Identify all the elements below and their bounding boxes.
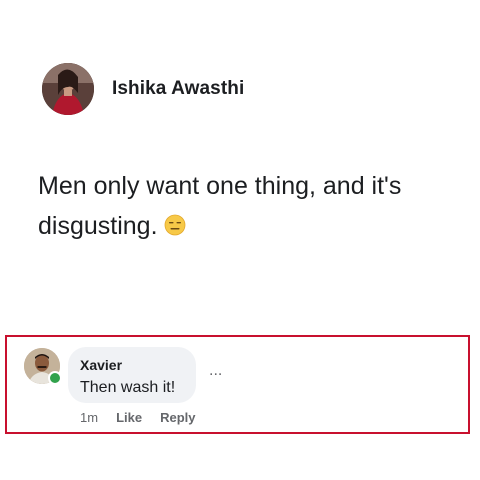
post-header: Ishika Awasthi <box>42 63 244 115</box>
like-button[interactable]: Like <box>116 410 142 425</box>
comment-actions: 1m Like Reply <box>80 410 213 425</box>
author-avatar[interactable] <box>42 63 94 115</box>
comment-text: Then wash it! <box>80 379 176 396</box>
expressionless-face-emoji-icon <box>164 214 185 236</box>
comment-bubble: Xavier Then wash it! <box>68 347 196 403</box>
post-text: Men only want one thing, and it's disgus… <box>38 166 448 246</box>
online-status-dot <box>48 371 62 385</box>
comment-timestamp[interactable]: 1m <box>80 410 98 425</box>
post-page: Ishika Awasthi Men only want one thing, … <box>0 0 480 480</box>
comment-more-options-button[interactable]: ... <box>209 363 222 379</box>
reply-button[interactable]: Reply <box>160 410 195 425</box>
commenter-avatar[interactable] <box>24 348 62 385</box>
profile-photo-icon <box>42 63 94 115</box>
author-name[interactable]: Ishika Awasthi <box>112 78 244 100</box>
commenter-name[interactable]: Xavier <box>80 357 184 373</box>
post-text-content: Men only want one thing, and it's disgus… <box>38 172 402 240</box>
